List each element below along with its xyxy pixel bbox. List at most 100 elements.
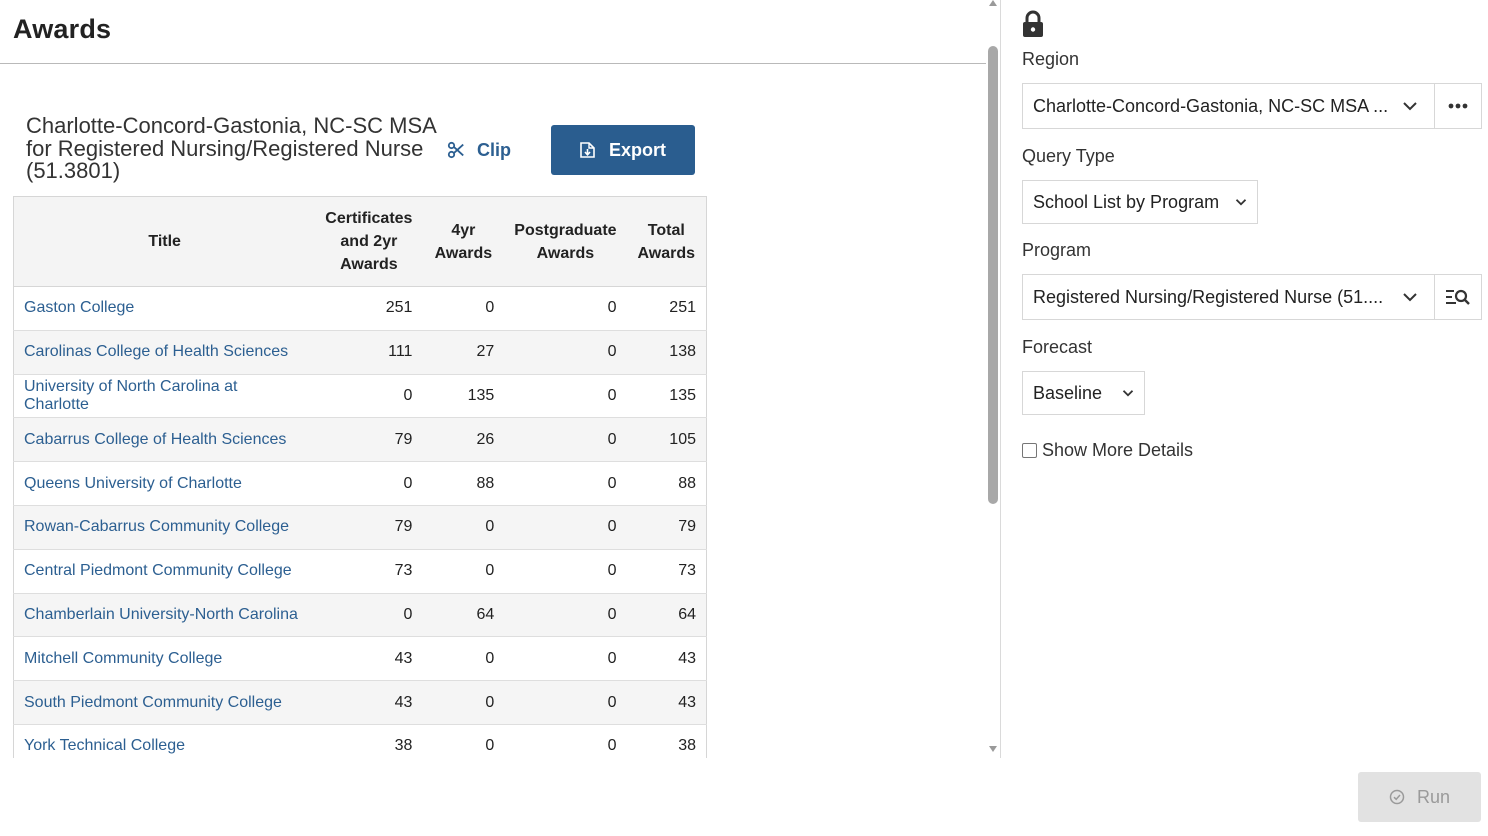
postgrad-cell: 0: [504, 549, 627, 594]
cert-cell: 43: [315, 636, 423, 682]
chevron-down-icon: [1235, 199, 1247, 206]
fouryr-cell: 0: [422, 680, 505, 725]
table-row: Chamberlain University-North Carolina 0 …: [13, 593, 707, 638]
query-type-label: Query Type: [1022, 146, 1115, 166]
total-cell: 138: [626, 330, 707, 375]
school-link[interactable]: South Piedmont Community College: [24, 694, 282, 711]
table-row: Queens University of Charlotte 0 88 0 88: [13, 461, 707, 506]
chevron-down-icon: [1403, 293, 1417, 302]
scroll-up-arrow-icon[interactable]: [989, 0, 997, 6]
forecast-value: Baseline: [1033, 382, 1103, 403]
school-link[interactable]: Cabarrus College of Health Sciences: [24, 431, 286, 448]
table-row: Cabarrus College of Health Sciences 79 2…: [13, 417, 707, 463]
program-select[interactable]: Registered Nursing/Registered Nurse (51.…: [1022, 274, 1435, 320]
total-cell: 38: [626, 724, 707, 758]
report-heading: Charlotte-Concord-Gastonia, NC-SC MSA fo…: [26, 113, 436, 183]
school-link[interactable]: Queens University of Charlotte: [24, 475, 242, 492]
postgrad-cell: 0: [504, 680, 627, 725]
region-select[interactable]: Charlotte-Concord-Gastonia, NC-SC MSA ..…: [1022, 83, 1435, 129]
clip-label: Clip: [477, 139, 511, 160]
fouryr-cell: 0: [422, 549, 505, 594]
lock-icon[interactable]: [1021, 10, 1045, 38]
query-type-value: School List by Program: [1033, 191, 1220, 212]
cert-cell: 251: [315, 286, 423, 331]
cert-cell: 43: [315, 680, 423, 725]
cert-cell: 0: [315, 593, 423, 638]
cert-cell: 79: [315, 417, 423, 463]
cert-cell: 79: [315, 505, 423, 550]
total-cell: 73: [626, 549, 707, 594]
program-label: Program: [1022, 240, 1092, 260]
show-more-details-checkbox[interactable]: [1022, 443, 1037, 458]
query-type-select[interactable]: School List by Program: [1022, 180, 1258, 224]
program-value: Registered Nursing/Registered Nurse (51.…: [1033, 286, 1384, 307]
postgrad-cell: 0: [504, 286, 627, 331]
school-link[interactable]: Rowan-Cabarrus Community College: [24, 518, 289, 535]
school-link[interactable]: Carolinas College of Health Sciences: [24, 343, 288, 360]
table-row: Central Piedmont Community College 73 0 …: [13, 549, 707, 594]
total-cell: 88: [626, 461, 707, 506]
postgrad-cell: 0: [504, 374, 627, 419]
query-panel: Region Charlotte-Concord-Gastonia, NC-SC…: [1001, 0, 1488, 836]
forecast-select[interactable]: Baseline: [1022, 371, 1145, 415]
fouryr-cell: 0: [422, 636, 505, 682]
table-row: Gaston College 251 0 0 251: [13, 286, 707, 331]
fouryr-cell: 64: [422, 593, 505, 638]
fouryr-cell: 0: [422, 505, 505, 550]
cert-cell: 111: [315, 330, 423, 375]
school-link[interactable]: Mitchell Community College: [24, 650, 222, 667]
school-link[interactable]: Gaston College: [24, 299, 134, 316]
postgrad-cell: 0: [504, 593, 627, 638]
school-link[interactable]: University of North Carolina at Charlott…: [24, 378, 237, 413]
program-search-button[interactable]: [1435, 274, 1482, 320]
postgrad-cell: 0: [504, 417, 627, 463]
total-cell: 64: [626, 593, 707, 638]
table-header-row: Title Certificates and 2yr Awards 4yr Aw…: [13, 196, 707, 287]
show-more-details-row[interactable]: Show More Details: [1022, 440, 1193, 461]
table-row: South Piedmont Community College 43 0 0 …: [13, 680, 707, 725]
chevron-down-icon: [1403, 102, 1417, 111]
run-button[interactable]: Run: [1358, 772, 1481, 822]
total-cell: 251: [626, 286, 707, 331]
run-label: Run: [1416, 786, 1451, 807]
list-search-icon: [1446, 289, 1470, 305]
school-link[interactable]: Central Piedmont Community College: [24, 562, 292, 579]
table-row: Mitchell Community College 43 0 0 43: [13, 636, 707, 682]
total-cell: 43: [626, 636, 707, 682]
column-header-postgraduate[interactable]: Postgraduate Awards: [504, 196, 627, 287]
show-more-details-label[interactable]: Show More Details: [1042, 440, 1193, 461]
fouryr-cell: 27: [422, 330, 505, 375]
cert-cell: 0: [315, 374, 423, 419]
postgrad-cell: 0: [504, 461, 627, 506]
school-link[interactable]: York Technical College: [24, 737, 185, 754]
clip-button[interactable]: Clip: [447, 136, 511, 164]
column-header-title[interactable]: Title: [13, 196, 316, 287]
region-value: Charlotte-Concord-Gastonia, NC-SC MSA ..…: [1033, 95, 1389, 116]
postgrad-cell: 0: [504, 636, 627, 682]
column-header-certificates[interactable]: Certificates and 2yr Awards: [315, 196, 423, 287]
table-row: Carolinas College of Health Sciences 111…: [13, 330, 707, 375]
scroll-down-arrow-icon[interactable]: [989, 746, 997, 752]
table-row: University of North Carolina at Charlott…: [13, 374, 707, 419]
total-cell: 43: [626, 680, 707, 725]
total-cell: 135: [626, 374, 707, 419]
postgrad-cell: 0: [504, 330, 627, 375]
main-scrollbar[interactable]: [986, 0, 1000, 758]
export-button[interactable]: Export: [551, 125, 695, 175]
fouryr-cell: 135: [422, 374, 505, 419]
scroll-thumb[interactable]: [988, 46, 998, 504]
title-divider: [0, 63, 986, 64]
school-link[interactable]: Chamberlain University-North Carolina: [24, 606, 298, 623]
cert-cell: 38: [315, 724, 423, 758]
column-header-total[interactable]: Total Awards: [626, 196, 707, 287]
column-header-4yr[interactable]: 4yr Awards: [422, 196, 505, 287]
fouryr-cell: 0: [422, 724, 505, 758]
file-export-icon: [580, 142, 595, 158]
check-circle-icon: [1389, 789, 1405, 805]
forecast-label: Forecast: [1022, 337, 1093, 357]
table-row: York Technical College 38 0 0 38: [13, 724, 707, 758]
region-more-button[interactable]: [1435, 83, 1482, 129]
export-label: Export: [608, 139, 666, 160]
scissors-icon: [447, 141, 464, 159]
region-label: Region: [1022, 49, 1080, 69]
